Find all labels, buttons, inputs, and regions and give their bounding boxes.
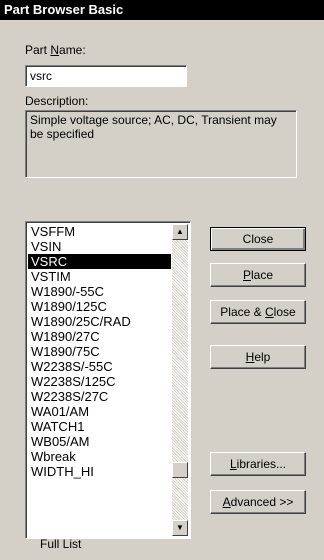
list-scrollbar[interactable]: ▲ ▼	[172, 224, 188, 536]
list-item[interactable]: WB05/AM	[28, 434, 171, 449]
list-item[interactable]: VSIN	[28, 239, 171, 254]
list-item[interactable]: W1890/27C	[28, 329, 171, 344]
list-item[interactable]: W2238S/27C	[28, 389, 171, 404]
list-item[interactable]: W2238S/125C	[28, 374, 171, 389]
list-item[interactable]: WA01/AM	[28, 404, 171, 419]
place-and-close-button[interactable]: Place & Close	[210, 300, 306, 324]
list-item[interactable]: W1890/125C	[28, 299, 171, 314]
advanced-button[interactable]: Advanced >>	[210, 490, 306, 514]
libraries-button[interactable]: Libraries...	[210, 452, 306, 476]
list-item[interactable]: W1890/75C	[28, 344, 171, 359]
close-button[interactable]: Close	[210, 227, 306, 251]
scrollbar-thumb[interactable]	[172, 462, 188, 478]
description-label: Description:	[25, 94, 89, 108]
parts-listbox[interactable]: VSFFM VSIN VSRC VSTIM W1890/-55C W1890/125C W1…	[25, 221, 191, 539]
parts-list: VSFFM VSIN VSRC VSTIM W1890/-55C W1890/125C W1…	[28, 224, 171, 479]
list-item[interactable]: W1890/-55C	[28, 284, 171, 299]
list-item[interactable]: WIDTH_HI	[28, 464, 171, 479]
list-item[interactable]: VSRC	[28, 254, 171, 269]
window-title: Part Browser Basic	[0, 0, 324, 20]
part-name-input[interactable]: vsrc	[25, 65, 187, 87]
list-item[interactable]: Wbreak	[28, 449, 171, 464]
arrow-down-icon[interactable]: ▼	[172, 520, 188, 536]
place-button[interactable]: Place	[210, 263, 306, 287]
help-button[interactable]: Help	[210, 345, 306, 369]
part-name-label: Part Name:	[25, 43, 86, 57]
list-item[interactable]: VSTIM	[28, 269, 171, 284]
list-status-label: Full List	[40, 537, 82, 551]
list-item[interactable]: W1890/25C/RAD	[28, 314, 171, 329]
description-text: Simple voltage source; AC, DC, Transient…	[25, 110, 297, 178]
list-item[interactable]: W2238S/-55C	[28, 359, 171, 374]
arrow-up-icon[interactable]: ▲	[172, 224, 188, 240]
list-item[interactable]: WATCH1	[28, 419, 171, 434]
list-item[interactable]: VSFFM	[28, 224, 171, 239]
